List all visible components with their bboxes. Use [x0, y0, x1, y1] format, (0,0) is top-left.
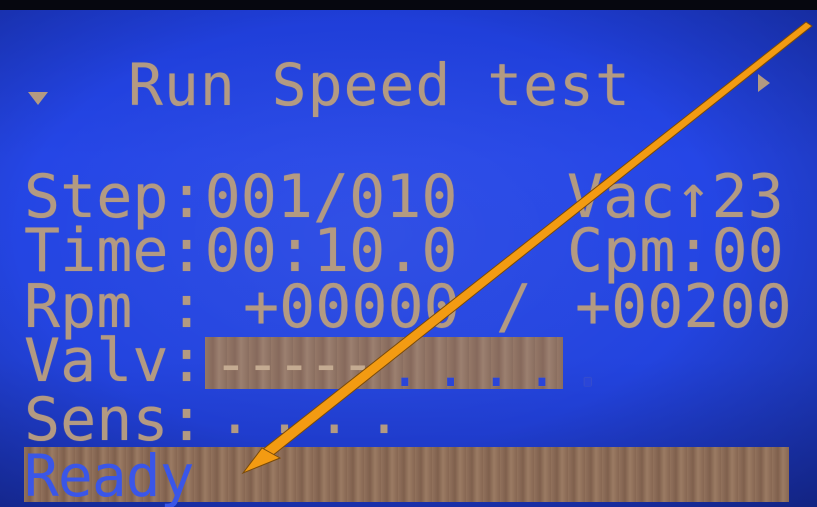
annotation-arrow-shaft: [261, 21, 813, 457]
annotation-arrow: [241, 21, 813, 475]
lcd-screen: Run Speed test Step:001/010 Vac↑23 Time:…: [0, 0, 817, 507]
